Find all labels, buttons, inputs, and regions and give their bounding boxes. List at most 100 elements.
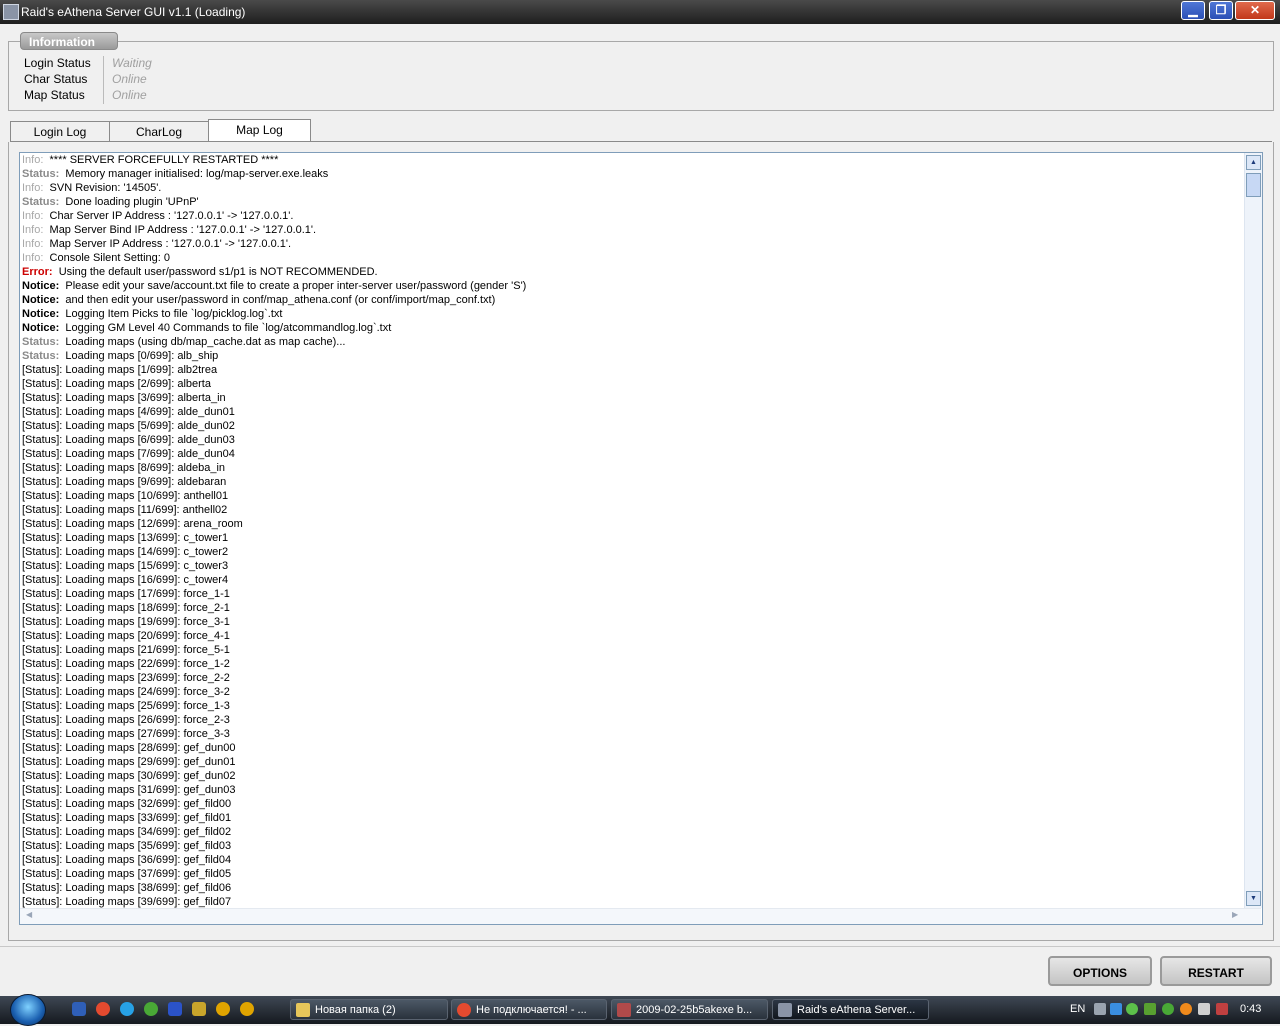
warning-icon[interactable] [216,1002,230,1016]
scroll-thumb[interactable] [1246,173,1261,197]
log-line: [Status]: Loading maps [39/699]: gef_fil… [22,895,1242,908]
bottom-divider [0,946,1280,947]
volume-icon[interactable] [1198,1003,1210,1015]
bluetooth-icon[interactable] [168,1002,182,1016]
warning-icon-2[interactable] [240,1002,254,1016]
tab-map-log[interactable]: Map Log [208,119,311,142]
minimize-button[interactable]: ▁ [1181,1,1205,20]
utorrent-icon[interactable] [144,1002,158,1016]
char-status-value: Online [112,72,147,86]
utorrent-tray-icon[interactable] [1162,1003,1174,1015]
log-text: [Status]: Loading maps [28/699]: gef_dun… [22,742,236,754]
log-prefix: Info: [22,154,44,166]
log-text: Map Server Bind IP Address : '127.0.0.1'… [49,224,317,236]
log-text: Map Server IP Address : '127.0.0.1' -> '… [49,238,292,250]
log-line: [Status]: Loading maps [29/699]: gef_dun… [22,755,1242,769]
log-text: [Status]: Loading maps [10/699]: anthell… [22,490,229,502]
log-line: [Status]: Loading maps [15/699]: c_tower… [22,559,1242,573]
scroll-down-icon[interactable]: ▼ [1246,891,1261,906]
task-label: Raid's eAthena Server... [797,1004,916,1016]
task-server-gui[interactable]: Raid's eAthena Server... [772,999,929,1020]
log-line: Status: Loading maps (using db/map_cache… [22,335,1242,349]
log-text: Logging GM Level 40 Commands to file `lo… [65,322,392,334]
log-line: [Status]: Loading maps [9/699]: aldebara… [22,475,1242,489]
log-text: Memory manager initialised: log/map-serv… [65,168,329,180]
tray-app-icon[interactable] [1144,1003,1156,1015]
log-text: [Status]: Loading maps [13/699]: c_tower… [22,532,229,544]
login-status-value: Waiting [112,56,152,70]
log-text: [Status]: Loading maps [31/699]: gef_dun… [22,784,236,796]
log-line: [Status]: Loading maps [6/699]: alde_dun… [22,433,1242,447]
task-app[interactable]: 2009-02-25b5akexe b... [611,999,768,1020]
task-folder[interactable]: Новая папка (2) [290,999,448,1020]
log-prefix: Status: [22,336,60,348]
language-indicator[interactable]: EN [1070,1003,1085,1015]
log-text: [Status]: Loading maps [14/699]: c_tower… [22,546,229,558]
tab-char-log[interactable]: CharLog [109,121,209,141]
task-label: 2009-02-25b5akexe b... [636,1004,753,1016]
task-label: Новая папка (2) [315,1004,396,1016]
start-button[interactable] [10,994,46,1026]
log-text: [Status]: Loading maps [9/699]: aldebara… [22,476,227,488]
tray-expand-icon[interactable] [1094,1003,1106,1015]
log-text: Please edit your save/account.txt file t… [65,280,527,292]
title-bar: Raid's eAthena Server GUI v1.1 (Loading)… [0,0,1280,24]
close-button[interactable]: ✕ [1235,1,1275,20]
log-lines: Info: **** SERVER FORCEFULLY RESTARTED *… [22,153,1242,908]
log-text: [Status]: Loading maps [26/699]: force_2… [22,714,230,726]
log-text: [Status]: Loading maps [8/699]: aldeba_i… [22,462,226,474]
information-group [8,41,1274,111]
log-text: [Status]: Loading maps [17/699]: force_1… [22,588,230,600]
task-label: Не подключается! - ... [476,1004,587,1016]
tab-login-log[interactable]: Login Log [10,121,110,141]
log-text: Char Server IP Address : '127.0.0.1' -> … [49,210,294,222]
maximize-button[interactable]: ❐ [1209,1,1233,20]
log-text: [Status]: Loading maps [22/699]: force_1… [22,658,230,670]
log-line: [Status]: Loading maps [16/699]: c_tower… [22,573,1242,587]
log-text: Loading maps [0/699]: alb_ship [65,350,219,362]
log-line: [Status]: Loading maps [22/699]: force_1… [22,657,1242,671]
scroll-up-icon[interactable]: ▲ [1246,155,1261,170]
log-line: Info: Console Silent Setting: 0 [22,251,1242,265]
chrome-icon[interactable] [96,1002,110,1016]
log-line: [Status]: Loading maps [23/699]: force_2… [22,671,1242,685]
log-prefix: Info: [22,238,44,250]
log-prefix: Status: [22,168,60,180]
messenger-icon[interactable] [1126,1003,1138,1015]
log-text: [Status]: Loading maps [30/699]: gef_dun… [22,770,236,782]
log-text: [Status]: Loading maps [6/699]: alde_dun… [22,434,235,446]
information-title: Information [20,32,118,50]
restart-button[interactable]: RESTART [1160,956,1272,986]
flag-icon[interactable] [1216,1003,1228,1015]
vertical-scrollbar[interactable]: ▲ ▼ [1244,153,1262,908]
map-log-textarea[interactable]: Info: **** SERVER FORCEFULLY RESTARTED *… [19,152,1263,925]
log-text: [Status]: Loading maps [25/699]: force_1… [22,700,230,712]
log-line: [Status]: Loading maps [37/699]: gef_fil… [22,867,1242,881]
clock: 0:43 [1240,1003,1262,1015]
log-line: [Status]: Loading maps [10/699]: anthell… [22,489,1242,503]
app-icon [3,4,19,20]
scroll-right-icon[interactable]: ▶ [1232,910,1238,919]
log-line: [Status]: Loading maps [30/699]: gef_dun… [22,769,1242,783]
app-icon [617,1003,631,1017]
task-browser[interactable]: Не подключается! - ... [451,999,607,1020]
tray-app2-icon[interactable] [1180,1003,1192,1015]
options-button[interactable]: OPTIONS [1048,956,1152,986]
log-line: Notice: Please edit your save/account.tx… [22,279,1242,293]
char-status-label: Char Status [24,72,88,86]
horizontal-scrollbar[interactable]: ◀ ▶ [20,908,1261,924]
network-icon[interactable] [1110,1003,1122,1015]
log-prefix: Info: [22,182,44,194]
log-text: [Status]: Loading maps [2/699]: alberta [22,378,211,390]
skype-icon[interactable] [120,1002,134,1016]
map-status-value: Online [112,88,147,102]
log-line: [Status]: Loading maps [2/699]: alberta [22,377,1242,391]
show-desktop-icon[interactable] [72,1002,86,1016]
app-quicklaunch-icon[interactable] [192,1002,206,1016]
log-text: [Status]: Loading maps [39/699]: gef_fil… [22,896,232,908]
log-line: [Status]: Loading maps [5/699]: alde_dun… [22,419,1242,433]
log-text: [Status]: Loading maps [21/699]: force_5… [22,644,230,656]
scroll-left-icon[interactable]: ◀ [26,910,32,919]
log-line: [Status]: Loading maps [8/699]: aldeba_i… [22,461,1242,475]
log-line: [Status]: Loading maps [20/699]: force_4… [22,629,1242,643]
